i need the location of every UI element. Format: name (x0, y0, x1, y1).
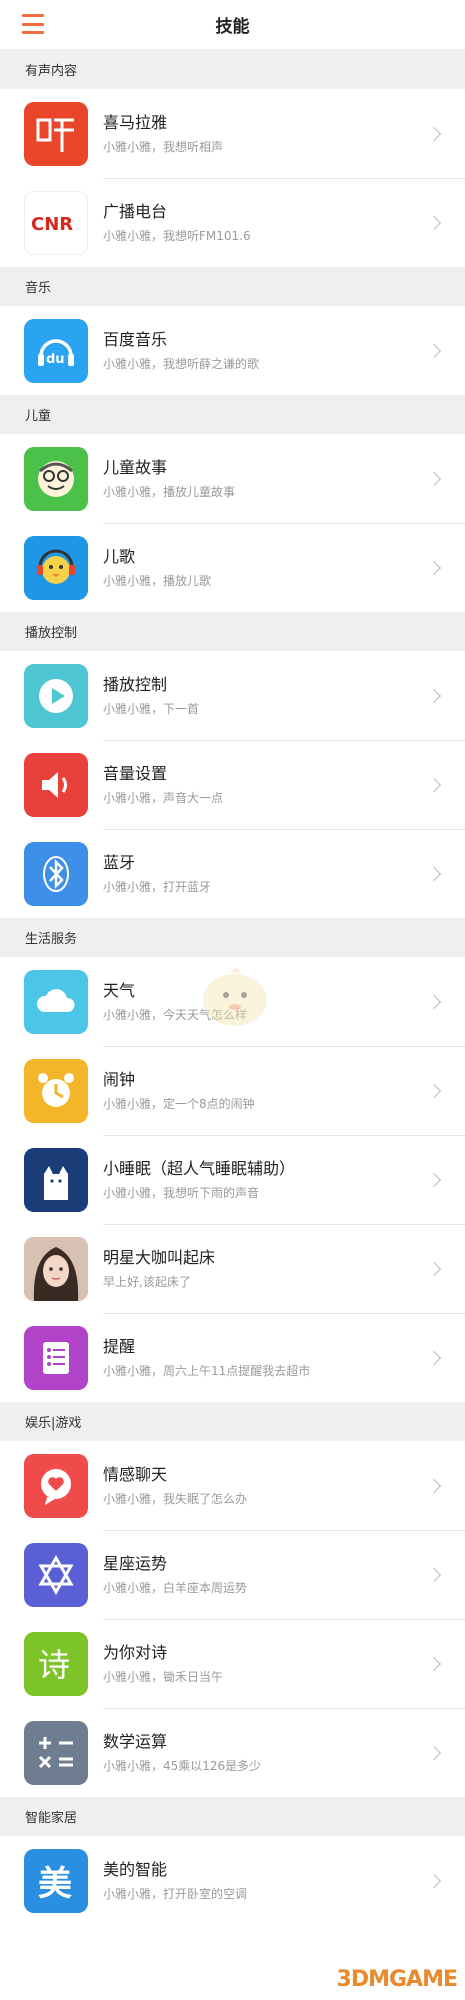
skill-name: 数学运算 (103, 1731, 168, 1751)
svg-text:CNR: CNR (31, 214, 73, 235)
section-header: 智能家居 (0, 1797, 465, 1836)
skill-name: 闹钟 (103, 1069, 136, 1089)
skill-item[interactable]: 喜马拉雅小雅小雅，我想听相声 (0, 89, 465, 178)
kids-story-icon (24, 446, 88, 511)
skill-item[interactable]: 星座运势小雅小雅，白羊座本周运势 (0, 1530, 465, 1619)
skill-name: 小睡眠（超人气睡眠辅助） (103, 1158, 296, 1178)
weather-icon (24, 969, 88, 1034)
section-header: 娱乐|游戏 (0, 1402, 465, 1441)
skill-item[interactable]: 诗 为你对诗小雅小雅，锄禾日当午 (0, 1619, 465, 1708)
celebrity-avatar (24, 1236, 88, 1301)
skill-example: 小雅小雅，打开卧室的空调 (103, 1886, 248, 1901)
skill-item[interactable]: 儿童故事小雅小雅，播放儿童故事 (0, 434, 465, 523)
skill-name: 天气 (103, 980, 136, 1000)
skill-example: 小雅小雅，声音大一点 (103, 790, 224, 805)
skill-example: 小雅小雅，定一个8点的闹钟 (103, 1096, 255, 1111)
skill-example: 小雅小雅，下一首 (103, 701, 200, 716)
skill-example: 小雅小雅，白羊座本周运势 (103, 1580, 248, 1595)
svg-text:诗: 诗 (38, 1646, 70, 1684)
skill-name: 播放控制 (103, 674, 168, 694)
skill-example: 小雅小雅，播放儿童故事 (103, 484, 236, 499)
star-sign-icon (24, 1542, 88, 1607)
skill-item[interactable]: 蓝牙小雅小雅，打开蓝牙 (0, 829, 465, 918)
skill-item[interactable]: 情感聊天小雅小雅，我失眠了怎么办 (0, 1441, 465, 1530)
play-icon (24, 663, 88, 728)
page-title: 技能 (215, 17, 250, 37)
skill-name: 明星大咖叫起床 (103, 1247, 216, 1267)
skill-name: 蓝牙 (103, 852, 136, 872)
skill-name: 音量设置 (103, 763, 168, 783)
kids-song-icon (24, 535, 88, 600)
poem-icon: 诗 (24, 1631, 88, 1696)
heart-chat-icon (24, 1453, 88, 1518)
section-header: 生活服务 (0, 918, 465, 957)
skill-example: 小雅小雅，今天天气怎么样 (103, 1007, 248, 1022)
skill-item[interactable]: CNR 广播电台小雅小雅，我想听FM101.6 (0, 178, 465, 267)
skill-name: 广播电台 (103, 201, 168, 221)
midea-icon: 美 (24, 1848, 88, 1913)
skill-example: 小雅小雅，我想听下雨的声音 (103, 1185, 260, 1200)
skill-name: 提醒 (103, 1336, 136, 1356)
watermark: 3DMGAME (336, 1967, 458, 1992)
skill-name: 儿歌 (103, 546, 136, 566)
svg-text:du: du (46, 352, 65, 367)
skill-name: 百度音乐 (103, 329, 168, 349)
skill-example: 早上好,该起床了 (103, 1274, 191, 1289)
skill-example: 小雅小雅，周六上午11点提醒我去超市 (103, 1363, 311, 1378)
alarm-icon (24, 1058, 88, 1123)
skill-item[interactable]: 闹钟小雅小雅，定一个8点的闹钟 (0, 1046, 465, 1135)
skill-name: 为你对诗 (103, 1642, 168, 1662)
cnr-icon: CNR (24, 190, 88, 255)
skill-item[interactable]: 小睡眠（超人气睡眠辅助） 小雅小雅，我想听下雨的声音 (0, 1135, 465, 1224)
skill-example: 小雅小雅，播放儿歌 (103, 573, 212, 588)
reminder-icon (24, 1325, 88, 1390)
math-icon (24, 1720, 88, 1785)
footer: 3DMGAME (0, 1940, 465, 2000)
baidu-music-icon: du (24, 318, 88, 383)
skill-name: 星座运势 (103, 1553, 168, 1573)
skill-example: 小雅小雅，我失眠了怎么办 (103, 1491, 248, 1506)
skill-example: 小雅小雅，45乘以126是多少 (103, 1758, 262, 1773)
skill-example: 小雅小雅，我想听相声 (103, 139, 224, 154)
ximalaya-icon (24, 101, 88, 166)
skill-example: 小雅小雅，我想听薛之谦的歌 (103, 356, 260, 371)
skill-example: 小雅小雅，打开蓝牙 (103, 879, 212, 894)
menu-icon[interactable] (22, 14, 44, 34)
skill-item[interactable]: 音量设置小雅小雅，声音大一点 (0, 740, 465, 829)
skill-item[interactable]: du 百度音乐小雅小雅，我想听薛之谦的歌 (0, 306, 465, 395)
section-header: 音乐 (0, 267, 465, 306)
skill-item[interactable]: 美 美的智能小雅小雅，打开卧室的空调 (0, 1836, 465, 1925)
skill-item[interactable]: 数学运算小雅小雅，45乘以126是多少 (0, 1708, 465, 1797)
skill-item[interactable]: 明星大咖叫起床早上好,该起床了 (0, 1224, 465, 1313)
section-header: 儿童 (0, 395, 465, 434)
skill-name: 美的智能 (103, 1859, 168, 1879)
sleep-icon (24, 1147, 88, 1212)
skill-name: 喜马拉雅 (103, 112, 168, 132)
skill-item[interactable]: 儿歌小雅小雅，播放儿歌 (0, 523, 465, 612)
svg-text:美: 美 (38, 1864, 72, 1904)
skill-example: 小雅小雅，我想听FM101.6 (103, 228, 251, 243)
skill-item[interactable]: 提醒小雅小雅，周六上午11点提醒我去超市 (0, 1313, 465, 1402)
mascot-watermark-icon (203, 968, 267, 1026)
skill-name: 儿童故事 (103, 457, 168, 477)
top-bar: 技能 (0, 0, 465, 50)
skill-item[interactable]: 播放控制小雅小雅，下一首 (0, 651, 465, 740)
skill-example: 小雅小雅，锄禾日当午 (103, 1669, 224, 1684)
section-header: 有声内容 (0, 50, 465, 89)
section-header: 播放控制 (0, 612, 465, 651)
skill-name: 情感聊天 (103, 1464, 168, 1484)
bluetooth-icon (24, 841, 88, 906)
volume-icon (24, 752, 88, 817)
